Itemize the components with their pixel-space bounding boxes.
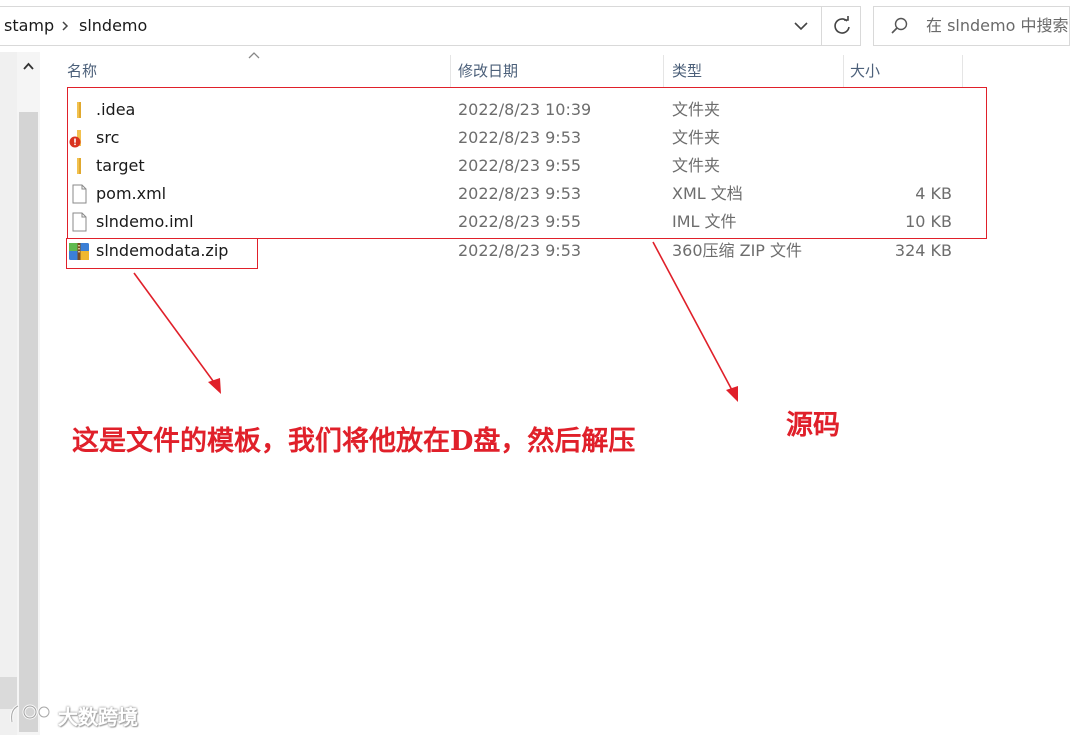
source-arrow xyxy=(652,241,738,402)
file-size: 324 KB xyxy=(894,241,952,260)
column-header-size[interactable]: 大小 xyxy=(841,55,962,87)
source-highlight-box xyxy=(67,87,987,239)
address-bar[interactable]: stamp slndemo xyxy=(0,6,861,46)
search-input[interactable]: 在 slndemo 中搜索 xyxy=(926,7,1068,45)
column-divider[interactable] xyxy=(962,55,963,87)
template-highlight-box xyxy=(66,238,258,269)
template-annotation-text: 这是文件的模板，我们将他放在D盘，然后解压 xyxy=(72,426,636,457)
refresh-icon xyxy=(834,16,850,34)
title-bar: stamp slndemo 在 slndemo 中搜索 xyxy=(0,0,1080,52)
column-header-date[interactable]: 修改日期 xyxy=(449,55,663,87)
chevron-down-icon xyxy=(794,22,808,31)
column-header-name[interactable]: 名称 xyxy=(58,55,450,87)
watermark-logo-icon xyxy=(10,704,51,723)
watermark-text: 大数跨境 xyxy=(58,704,138,729)
search-icon xyxy=(891,17,908,34)
breadcrumb-slndemo[interactable]: slndemo xyxy=(79,7,147,45)
file-date: 2022/8/23 9:53 xyxy=(458,241,582,260)
breadcrumb-stamp[interactable]: stamp xyxy=(4,7,54,45)
navigation-pane[interactable] xyxy=(0,52,17,735)
refresh-button[interactable] xyxy=(821,7,861,45)
scroll-up-button[interactable] xyxy=(17,52,40,80)
address-history-button[interactable] xyxy=(781,7,821,45)
scrollbar-thumb[interactable] xyxy=(19,112,38,732)
chevron-right-icon[interactable] xyxy=(60,7,70,45)
template-arrow xyxy=(133,272,221,394)
vertical-scrollbar[interactable] xyxy=(17,52,40,735)
source-annotation-text: 源码 xyxy=(786,410,840,441)
search-box[interactable]: 在 slndemo 中搜索 xyxy=(873,6,1070,46)
watermark: 大数跨境 xyxy=(8,700,138,730)
column-header-type[interactable]: 类型 xyxy=(663,55,843,87)
chevron-up-icon xyxy=(23,62,34,70)
file-type: 360压缩 ZIP 文件 xyxy=(672,241,803,260)
